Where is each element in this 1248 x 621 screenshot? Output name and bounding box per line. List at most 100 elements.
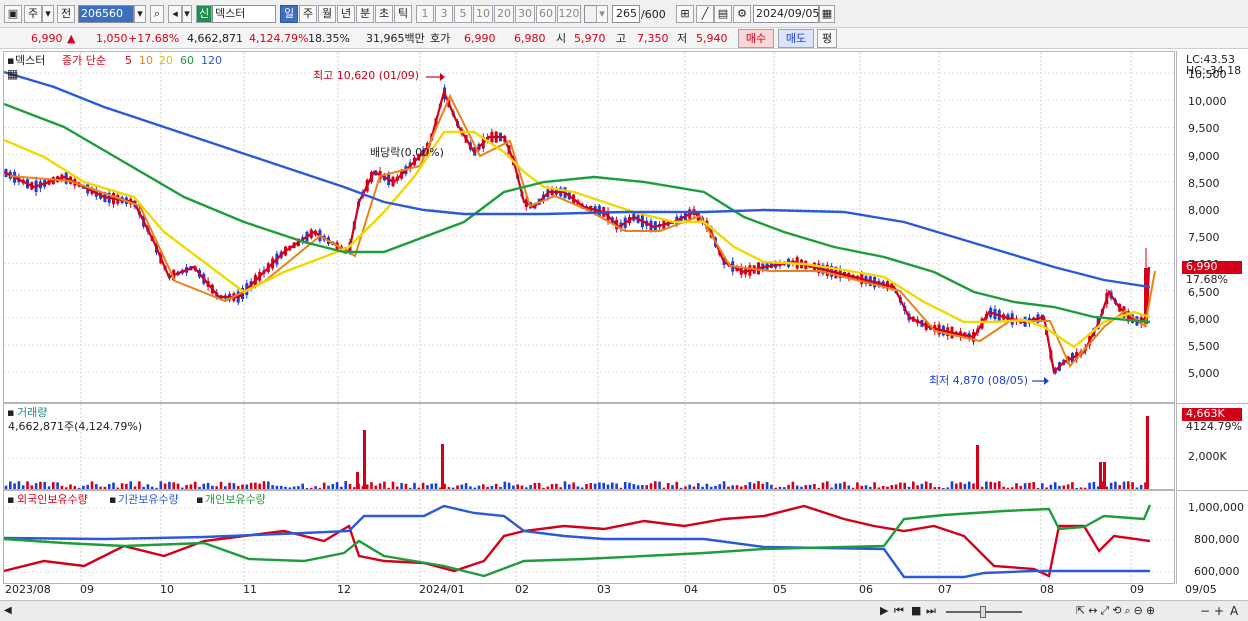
count-20-button[interactable]: 20 [494,5,514,23]
count-dropdown-icon[interactable]: ▾ [596,5,608,23]
total-count-label: /600 [641,8,666,21]
calendar-icon[interactable]: ▦ [819,5,835,23]
period-week-tab[interactable]: 주 [299,5,317,23]
volume-value-label: 4,662,871주(4,124.79%) [8,420,143,433]
volume-spike-bar [1103,462,1106,489]
buy-button[interactable]: 매수 [738,29,774,48]
volume-bar [1015,483,1018,489]
price-chart-panel[interactable]: ▪ 덱스터 ▦ 종가 단순 5 10 20 60 120 최고 10,620 (… [3,51,1175,403]
chart-scrollbar[interactable]: ◀ ▶ ⏮ ■ ⏭ ⇱↔⤢⟲⌕⊖⊕ − + A [0,600,1248,621]
volume-bar [924,481,928,489]
bid-price: 6,980 [514,32,546,45]
holding-chart-panel[interactable]: ▪ 외국인보유수량 ▪ 기관보유수량 ▪ 개인보유수량 [3,490,1175,584]
count-30-button[interactable]: 30 [515,5,535,23]
volume-bar [654,481,657,489]
price-legend-name: 덱스터 [15,54,46,67]
zoom-slider-handle[interactable] [980,606,986,618]
period-type-select[interactable]: 주 [24,5,42,23]
volume-y-tick: 2,000K [1188,450,1227,463]
scroll-left-icon[interactable]: ◀ [4,605,12,616]
x-axis-label: 09 [1130,583,1144,596]
speaker-dropdown-icon[interactable]: ▾ [182,5,192,23]
institution-holding-line [4,504,1150,579]
holding-y-tick: 800,000 [1194,533,1240,546]
chart-tools-icons[interactable]: ⇱↔⤢⟲⌕⊖⊕ [1076,604,1158,618]
price-y-tick: 7,500 [1188,231,1220,245]
price-y-tick: 10,500 [1188,68,1227,81]
count-3-button[interactable]: 3 [435,5,453,23]
stock-code-input[interactable]: 206560 [78,5,134,23]
volume-bar [658,481,661,489]
count-5-button[interactable]: 5 [454,5,472,23]
high-price: 7,350 [637,32,669,45]
search-icon[interactable]: ⌕ [150,5,164,23]
table-icon[interactable]: ▦ [7,68,18,81]
volume-bar [56,482,59,489]
quote-bar: 6,990 ▲ 1,050 +17.68% 4,662,871 4,124.79… [0,28,1248,49]
high-label: 고 [616,32,627,45]
count-1-button[interactable]: 1 [416,5,434,23]
volume-bar [9,481,12,489]
save-icon[interactable]: ▤ [714,5,732,23]
period-tick-tab[interactable]: 틱 [394,5,412,23]
stop-icon[interactable]: ■ [911,604,921,617]
price-y-tick: 8,000 [1188,204,1220,217]
ma10-legend: 10 [139,54,153,67]
text-size-icon[interactable]: A [1230,604,1238,618]
ma20-line [4,130,1151,349]
period-second-tab[interactable]: 초 [375,5,393,23]
volume-bar [1028,482,1031,489]
sell-button[interactable]: 매도 [778,29,814,48]
holding-chart-svg[interactable] [4,491,1175,584]
volume-bar [232,483,236,489]
price-change-pct: +17.68% [128,32,180,45]
price-y-tick: 6,000 [1188,312,1220,326]
period-month-tab[interactable]: 월 [318,5,336,23]
period-year-tab[interactable]: 년 [337,5,355,23]
x-axis-label: 05 [773,583,787,596]
window-menu-icon[interactable]: ▣ [4,5,22,23]
rewind-icon[interactable]: ⏮ [894,604,904,618]
period-minute-tab[interactable]: 분 [356,5,374,23]
volume-spike-bar [1099,462,1102,489]
volume-bar [1127,481,1130,489]
prev-button[interactable]: 전 [57,5,75,23]
volume-bar [929,483,932,489]
price-y-tick: 10,000 [1188,95,1227,109]
foreign-holding-legend: 외국인보유수량 [17,493,88,506]
zoom-out-icon[interactable]: − [1200,604,1210,618]
volume-bar [507,482,511,489]
volume-bar [856,482,859,489]
count-10-button[interactable]: 10 [473,5,493,23]
speaker-icon[interactable]: ◂ [168,5,182,23]
gear-icon[interactable]: ⚙ [733,5,751,23]
date-field[interactable]: 2024/09/05 [753,5,819,23]
count-60-button[interactable]: 60 [536,5,556,23]
volume-chart-svg[interactable] [4,404,1175,490]
volume-bar [533,482,537,489]
volume-bar [1023,483,1027,489]
evaluate-button[interactable]: 평 [817,29,837,48]
x-axis-label: 07 [938,583,952,596]
x-axis-label: 06 [859,583,873,596]
volume-chart-panel[interactable]: ▪ 거래량 4,662,871주(4,124.79%) [3,403,1175,490]
stock-name-field[interactable]: 덱스터 [212,5,276,23]
chart-settings-icon[interactable]: ⊞ [676,5,694,23]
volume-bar [589,483,593,489]
volume-bar [675,481,679,489]
display-count-field[interactable]: 265 [612,5,640,23]
scroll-right-icon[interactable]: ▶ [880,604,888,617]
period-day-tab[interactable]: 일 [280,5,298,23]
chevron-down-icon[interactable]: ▾ [42,5,54,23]
draw-tool-icon[interactable]: ╱ [696,5,714,23]
open-label: 시 [556,32,567,45]
code-dropdown-icon[interactable]: ▾ [134,5,146,23]
legend-marker-icon: ▪ [7,406,15,419]
volume-bar [611,482,614,489]
forward-icon[interactable]: ⏭ [926,604,936,618]
volume-bar [262,481,266,489]
volume-bar [602,482,605,489]
zoom-in-icon[interactable]: + [1214,604,1224,618]
price-chart-svg[interactable] [4,52,1175,403]
count-120-button[interactable]: 120 [557,5,581,23]
